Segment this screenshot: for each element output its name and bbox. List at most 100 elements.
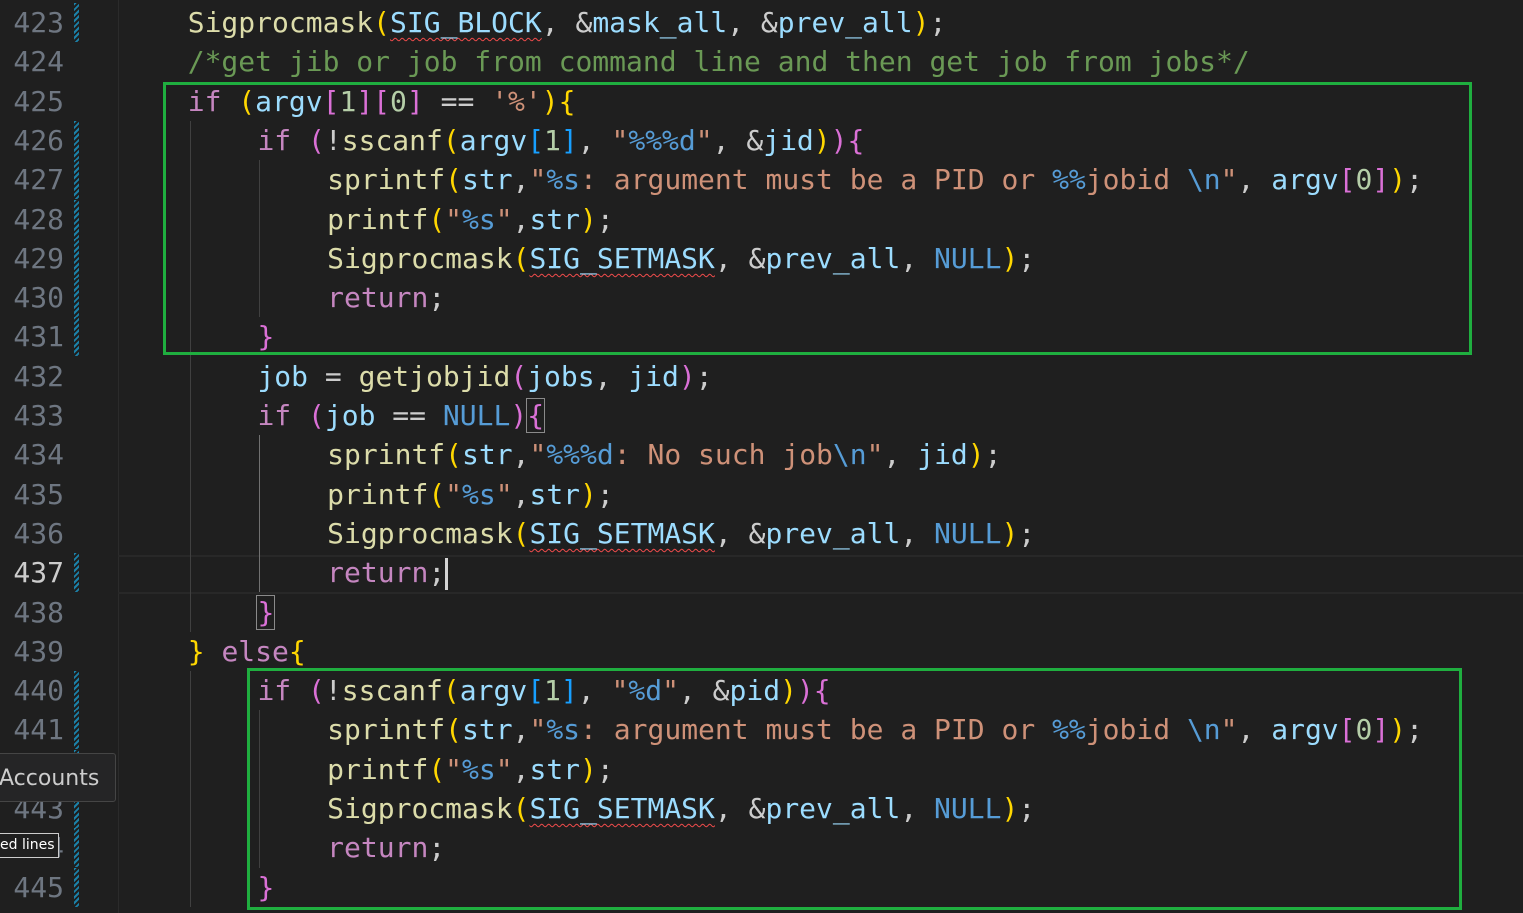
code-token-format: NULL: [934, 516, 1002, 550]
code-line[interactable]: return;: [327, 553, 449, 592]
code-token-function: printf: [327, 477, 429, 511]
git-modified-indicator[interactable]: [74, 710, 79, 750]
code-token-keyword: return: [327, 556, 429, 590]
code-token-function: Sigprocmask: [327, 516, 513, 550]
git-modified-indicator[interactable]: [74, 120, 79, 160]
code-token-variable: job: [324, 399, 376, 432]
git-modified-indicator[interactable]: [74, 828, 79, 868]
line-number[interactable]: 423: [0, 3, 64, 42]
code-line[interactable]: printf("%s",str);: [327, 475, 614, 514]
code-token-paren1: (: [428, 477, 446, 511]
code-token-string: ": [445, 477, 463, 511]
text-cursor: [445, 558, 449, 591]
git-modified-indicator[interactable]: [74, 160, 79, 200]
line-number[interactable]: 438: [0, 593, 64, 632]
code-token-variable: str: [462, 438, 513, 472]
code-token-variable: SIG_BLOCK: [390, 6, 542, 39]
code-token-variable: prev_all: [777, 6, 913, 39]
code-token-variable: mask_all: [592, 6, 728, 39]
code-token-default: , &: [714, 516, 766, 550]
line-number[interactable]: 425: [0, 82, 64, 121]
code-token-paren2: (: [510, 359, 528, 393]
folded-lines-tooltip: ed lines: [0, 833, 59, 858]
code-editor[interactable]: 423 424 425 426 427 428 429 430 431 432 433 434 435 4…: [0, 0, 1523, 913]
code-token-default: ;: [428, 556, 446, 590]
line-number[interactable]: 433: [0, 396, 64, 435]
code-token-variable: SIG_SETMASK: [529, 516, 715, 550]
code-token-paren1: ): [1001, 516, 1019, 550]
code-line[interactable]: sprintf(str,"%%%d: No such job\n", jid);: [327, 435, 1001, 474]
line-number[interactable]: 439: [0, 632, 64, 671]
code-token-function: sprintf: [327, 438, 446, 472]
highlight-box-pid-check: [247, 668, 1462, 910]
code-token-default: ,: [512, 477, 530, 511]
line-number[interactable]: 432: [0, 357, 64, 396]
code-token-paren1: ): [580, 477, 597, 511]
git-modified-indicator[interactable]: [74, 199, 79, 239]
line-number[interactable]: 440: [0, 671, 64, 710]
line-number[interactable]: 435: [0, 475, 64, 514]
code-token-paren2: (: [308, 399, 325, 432]
line-number[interactable]: 429: [0, 239, 64, 278]
code-token-paren1: (: [373, 6, 391, 39]
line-number[interactable]: 430: [0, 278, 64, 317]
code-token-default: , &: [541, 6, 593, 39]
code-token-default: ;: [929, 6, 947, 39]
indent-guide: [189, 671, 191, 907]
code-token-default: ,: [594, 359, 629, 393]
line-number[interactable]: 426: [0, 121, 64, 160]
code-line[interactable]: /*get jib or job from command line and t…: [188, 42, 1250, 81]
code-token-format: NULL: [442, 399, 511, 432]
code-token-paren1: (: [512, 516, 530, 550]
git-modified-indicator[interactable]: [74, 553, 79, 593]
code-line[interactable]: if (job == NULL){: [257, 396, 546, 435]
code-token-string: ": [866, 438, 884, 472]
code-token-variable: jobs: [527, 359, 595, 393]
code-token-paren1: ): [967, 438, 985, 472]
code-token-variable: jid: [917, 438, 968, 472]
code-token-paren2: ): [678, 359, 696, 393]
code-token-default: ,: [883, 438, 918, 472]
git-modified-indicator[interactable]: [74, 867, 79, 907]
code-token-paren1: }: [187, 634, 205, 668]
code-token-paren2: ): [510, 399, 528, 432]
git-modified-indicator[interactable]: [74, 3, 79, 42]
line-number[interactable]: 434: [0, 435, 64, 474]
git-modified-indicator[interactable]: [74, 317, 79, 357]
code-token-variable: str: [529, 477, 581, 511]
git-modified-indicator[interactable]: [74, 671, 79, 711]
line-number[interactable]: 427: [0, 160, 64, 199]
code-line[interactable]: job = getjobjid(jobs, jid);: [257, 357, 712, 396]
line-number[interactable]: 436: [0, 514, 64, 553]
code-token-default: ;: [695, 359, 713, 393]
code-line[interactable]: } else{: [188, 632, 306, 671]
code-line[interactable]: }: [256, 593, 276, 632]
code-token-paren2: {: [526, 398, 546, 433]
line-number[interactable]: 445: [0, 868, 64, 907]
code-token-paren1: (: [445, 438, 463, 472]
code-token-keyword: else: [221, 634, 289, 668]
line-number[interactable]: 428: [0, 200, 64, 239]
code-token-paren1: {: [288, 634, 306, 668]
code-token-default: [291, 399, 308, 432]
line-number[interactable]: 431: [0, 317, 64, 356]
code-token-default: ,: [512, 438, 530, 472]
code-token-default: ==: [375, 399, 443, 432]
code-token-default: ;: [596, 477, 614, 511]
code-token-variable: jid: [628, 359, 679, 393]
code-line[interactable]: Sigprocmask(SIG_BLOCK, &mask_all, &prev_…: [188, 3, 947, 42]
git-modified-indicator[interactable]: [74, 278, 79, 318]
accounts-tooltip[interactable]: Accounts: [0, 753, 116, 802]
code-token-format: %s: [462, 477, 496, 511]
code-token-comment: /*get jib or job from command line and t…: [187, 45, 1250, 79]
code-token-default: , &: [727, 6, 778, 39]
line-number[interactable]: 437: [0, 553, 64, 592]
highlight-box-jid-check: [163, 82, 1472, 355]
code-token-variable: job: [257, 359, 309, 393]
code-token-paren2: }: [256, 594, 276, 630]
git-modified-indicator[interactable]: [74, 238, 79, 278]
code-token-variable: prev_all: [765, 516, 901, 550]
line-number[interactable]: 424: [0, 42, 64, 81]
line-number[interactable]: 441: [0, 710, 64, 749]
code-line[interactable]: Sigprocmask(SIG_SETMASK, &prev_all, NULL…: [327, 514, 1035, 553]
